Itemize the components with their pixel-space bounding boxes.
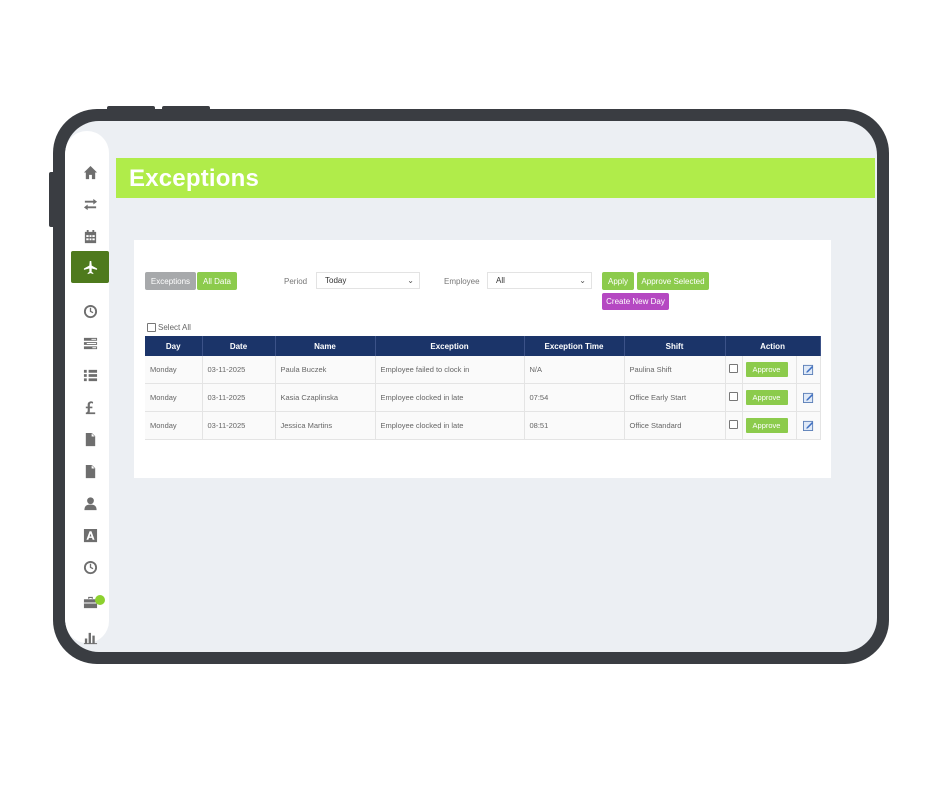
sidebar-item-transfer[interactable] [71,188,109,220]
table-header-row: Day Date Name Exception Exception Time S… [145,336,821,356]
sidebar-item-documents-2[interactable] [71,455,109,487]
sidebar-item-clock[interactable] [71,295,109,327]
cell-action: Approve [742,411,797,440]
cell-edit [796,356,821,384]
select-all-checkbox[interactable] [147,323,156,332]
bar-chart-icon [83,632,97,644]
timesheet-icon [83,337,97,349]
sidebar [65,131,109,644]
cell-name: Jessica Martins [275,411,376,440]
cell-name: Paula Buczek [275,356,376,384]
column-header: Exception [375,336,525,356]
table-row: Monday 03-11-2025 Jessica Martins Employ… [145,411,821,440]
sidebar-item-documents[interactable] [71,423,109,455]
sidebar-item-calendar[interactable] [71,220,109,252]
row-checkbox[interactable] [729,420,738,429]
document-icon [85,432,95,446]
row-checkbox[interactable] [729,392,738,401]
cell-exception-time: 07:54 [524,383,625,412]
all-data-tab-button[interactable]: All Data [197,272,237,290]
status-indicator [95,595,105,605]
sidebar-item-home[interactable] [71,156,109,188]
cell-edit [796,383,821,412]
cell-action: Approve [742,383,797,412]
employee-select[interactable]: All ⌄ [487,272,592,289]
transfer-icon [83,198,97,210]
document-alt-icon [85,464,95,478]
page-header: Exceptions [116,158,875,198]
cell-date: 03-11-2025 [202,356,276,384]
period-label: Period [284,277,308,286]
exceptions-table: Day Date Name Exception Exception Time S… [145,336,821,440]
calendar-icon [84,229,96,243]
sidebar-item-timesheet[interactable] [71,327,109,359]
sidebar-item-reports[interactable] [71,621,109,652]
chevron-down-icon: ⌄ [579,276,586,285]
sidebar-item-holidays[interactable] [71,251,109,283]
approve-button[interactable]: Approve [745,390,788,405]
approve-selected-button[interactable]: Approve Selected [637,272,709,290]
cell-day: Monday [145,411,203,440]
home-icon [83,165,97,179]
sidebar-item-pay[interactable] [71,391,109,423]
employee-select-value: All [496,276,505,285]
table-row: Monday 03-11-2025 Kasia Czaplinska Emplo… [145,383,821,412]
column-header: Exception Time [524,336,625,356]
edit-icon[interactable] [802,364,814,375]
apply-button[interactable]: Apply [602,272,634,290]
sidebar-item-clock-2[interactable] [71,551,109,583]
cell-action: Approve [742,356,797,384]
sidebar-item-list[interactable] [71,359,109,391]
user-icon [83,496,97,510]
cell-exception-time: N/A [524,356,625,384]
exceptions-panel: Exceptions All Data Period Today ⌄ Emplo… [134,240,831,478]
cell-select [725,383,743,412]
edit-icon[interactable] [802,420,814,431]
column-header: Shift [624,336,726,356]
cell-date: 03-11-2025 [202,411,276,440]
cell-day: Monday [145,356,203,384]
column-header: Name [275,336,376,356]
cell-exception: Employee clocked in late [375,411,525,440]
row-checkbox[interactable] [729,364,738,373]
edit-icon[interactable] [802,392,814,403]
cell-shift: Office Early Start [624,383,726,412]
employee-label: Employee [444,277,480,286]
cell-name: Kasia Czaplinska [275,383,376,412]
tablet-screen: Exceptions Exceptions All Data Period To… [65,121,877,652]
cell-edit [796,411,821,440]
cell-day: Monday [145,383,203,412]
clock-icon [83,304,97,318]
cell-date: 03-11-2025 [202,383,276,412]
cell-select [725,356,743,384]
column-header: Day [145,336,203,356]
exceptions-tab-button[interactable]: Exceptions [145,272,196,290]
period-select-value: Today [325,276,347,285]
column-header: Date [202,336,276,356]
clock-alt-icon [83,560,97,574]
cell-exception: Employee clocked in late [375,383,525,412]
table-row: Monday 03-11-2025 Paula Buczek Employee … [145,356,821,384]
list-icon [83,369,97,381]
approve-button[interactable]: Approve [745,418,788,433]
chevron-down-icon: ⌄ [407,276,414,285]
period-select[interactable]: Today ⌄ [316,272,420,289]
page-title: Exceptions [129,165,260,192]
cell-exception: Employee failed to clock in [375,356,525,384]
approve-button[interactable]: Approve [745,362,788,377]
pound-icon [85,400,95,414]
select-all-label: Select All [158,323,191,332]
create-new-day-button[interactable]: Create New Day [602,293,669,310]
cell-shift: Paulina Shift [624,356,726,384]
column-header: Action [725,336,821,356]
cell-select [725,411,743,440]
sidebar-item-user[interactable] [71,487,109,519]
cell-shift: Office Standard [624,411,726,440]
sidebar-item-font[interactable] [71,519,109,551]
font-icon [83,528,97,542]
plane-icon [83,260,97,274]
select-all[interactable]: Select All [147,323,191,332]
cell-exception-time: 08:51 [524,411,625,440]
